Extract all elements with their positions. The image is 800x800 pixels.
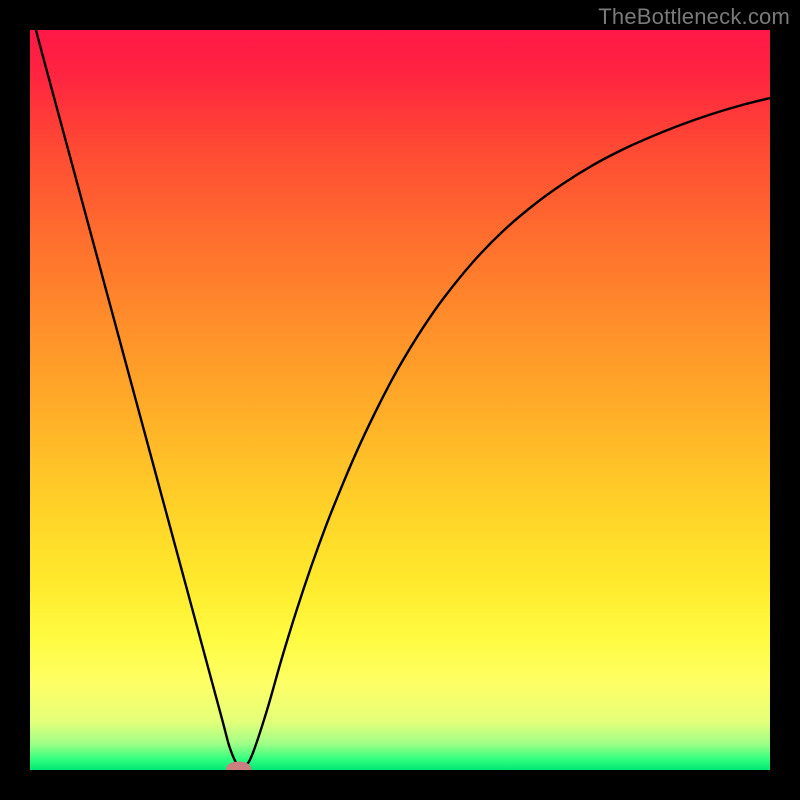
attribution-label: TheBottleneck.com (598, 4, 790, 30)
gradient-background (30, 30, 770, 770)
plot-area (30, 30, 770, 770)
chart-svg (30, 30, 770, 770)
chart-frame: TheBottleneck.com (0, 0, 800, 800)
